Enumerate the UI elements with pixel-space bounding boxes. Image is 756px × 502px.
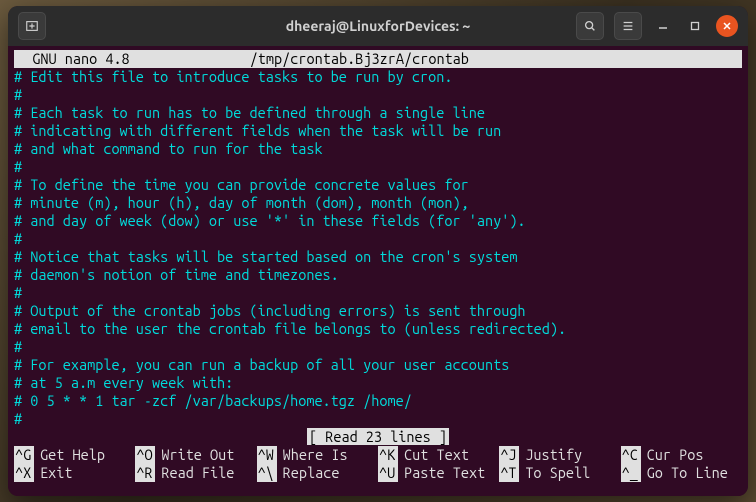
editor-line: # Notice that tasks will be started base… — [14, 248, 742, 266]
search-icon — [583, 19, 597, 33]
editor-line: # indicating with different fields when … — [14, 122, 742, 140]
nano-help-key: ^X — [14, 464, 34, 482]
editor-line: # For example, you can run a backup of a… — [14, 356, 742, 374]
close-icon — [722, 21, 732, 31]
nano-help-label: Write Out — [155, 446, 234, 464]
editor-line: # Edit this file to introduce tasks to b… — [14, 68, 742, 86]
terminal-window: dheeraj@LinuxforDevices: ~ GNU nano 4.8 … — [8, 6, 748, 496]
new-tab-icon — [25, 19, 39, 33]
nano-help-label: Justify — [519, 446, 582, 464]
nano-help-label: Cur Pos — [641, 446, 704, 464]
editor-line: # — [14, 158, 742, 176]
terminal-body[interactable]: GNU nano 4.8 /tmp/crontab.Bj3zrA/crontab… — [8, 46, 748, 496]
nano-help-item: ^WWhere Is — [257, 446, 378, 464]
nano-help-item: ^CCur Pos — [621, 446, 742, 464]
close-button[interactable] — [716, 15, 738, 37]
editor-line: # daemon's notion of time and timezones. — [14, 266, 742, 284]
editor-line: # — [14, 230, 742, 248]
new-tab-button[interactable] — [18, 12, 46, 40]
nano-app-name: GNU nano 4.8 — [14, 50, 130, 68]
hamburger-icon — [621, 19, 635, 33]
editor-line: # and day of week (dow) or use '*' in th… — [14, 212, 742, 230]
nano-file-path: /tmp/crontab.Bj3zrA/crontab — [130, 50, 742, 68]
nano-help-key: ^K — [378, 446, 398, 464]
editor-line: # — [14, 284, 742, 302]
nano-help-item: ^UPaste Text — [378, 464, 499, 482]
editor-line: # — [14, 86, 742, 104]
editor-line: # minute (m), hour (h), day of month (do… — [14, 194, 742, 212]
minimize-button[interactable] — [652, 15, 674, 37]
nano-help-key: ^J — [499, 446, 519, 464]
maximize-button[interactable] — [684, 15, 706, 37]
menu-button[interactable] — [614, 12, 642, 40]
nano-help-key: ^U — [378, 464, 398, 482]
maximize-icon — [690, 21, 700, 31]
nano-help-label: Read File — [155, 464, 234, 482]
nano-help-label: Cut Text — [398, 446, 469, 464]
nano-help-item: ^\Replace — [257, 464, 378, 482]
window-title: dheeraj@LinuxforDevices: ~ — [188, 18, 568, 34]
nano-help-item: ^GGet Help — [14, 446, 135, 464]
nano-help-key: ^G — [14, 446, 34, 464]
nano-header: GNU nano 4.8 /tmp/crontab.Bj3zrA/crontab — [14, 50, 742, 68]
nano-help-label: Get Help — [34, 446, 105, 464]
titlebar: dheeraj@LinuxforDevices: ~ — [8, 6, 748, 46]
nano-help-key: ^O — [135, 446, 155, 464]
editor-line: # To define the time you can provide con… — [14, 176, 742, 194]
nano-help-label: Where Is — [277, 446, 348, 464]
nano-help-item: ^OWrite Out — [135, 446, 256, 464]
nano-help-label: Paste Text — [398, 464, 485, 482]
nano-help-label: Replace — [277, 464, 340, 482]
nano-help-label: Go To Line — [641, 464, 728, 482]
editor-line: # — [14, 338, 742, 356]
nano-help-key: ^T — [499, 464, 519, 482]
nano-help-row-1: ^GGet Help^OWrite Out^WWhere Is^KCut Tex… — [14, 446, 742, 464]
nano-help-item: ^TTo Spell — [499, 464, 620, 482]
editor-line: # and what command to run for the task — [14, 140, 742, 158]
nano-help-item: ^XExit — [14, 464, 135, 482]
nano-help-row-2: ^XExit^RRead File^\Replace^UPaste Text^T… — [14, 464, 742, 482]
nano-help-key: ^R — [135, 464, 155, 482]
editor-line: # Each task to run has to be defined thr… — [14, 104, 742, 122]
minimize-icon — [658, 21, 668, 31]
editor-line: # email to the user the crontab file bel… — [14, 320, 742, 338]
nano-help-item: ^JJustify — [499, 446, 620, 464]
editor-line: # at 5 a.m every week with: — [14, 374, 742, 392]
nano-help-key: ^_ — [621, 464, 641, 482]
nano-status-line: [ Read 23 lines ] — [14, 428, 742, 446]
search-button[interactable] — [576, 12, 604, 40]
nano-help-label: Exit — [34, 464, 72, 482]
nano-help-item: ^RRead File — [135, 464, 256, 482]
nano-help-item: ^KCut Text — [378, 446, 499, 464]
editor-line: # 0 5 * * 1 tar -zcf /var/backups/home.t… — [14, 392, 742, 410]
nano-help-label: To Spell — [519, 464, 590, 482]
editor-line: # Output of the crontab jobs (including … — [14, 302, 742, 320]
nano-help-key: ^W — [257, 446, 277, 464]
editor-line: # — [14, 410, 742, 428]
nano-help-key: ^\ — [257, 464, 277, 482]
nano-help-item: ^_Go To Line — [621, 464, 742, 482]
nano-help: ^GGet Help^OWrite Out^WWhere Is^KCut Tex… — [14, 446, 742, 482]
nano-status-text: [ Read 23 lines ] — [307, 428, 449, 445]
nano-help-key: ^C — [621, 446, 641, 464]
editor-content[interactable]: # Edit this file to introduce tasks to b… — [14, 68, 742, 428]
